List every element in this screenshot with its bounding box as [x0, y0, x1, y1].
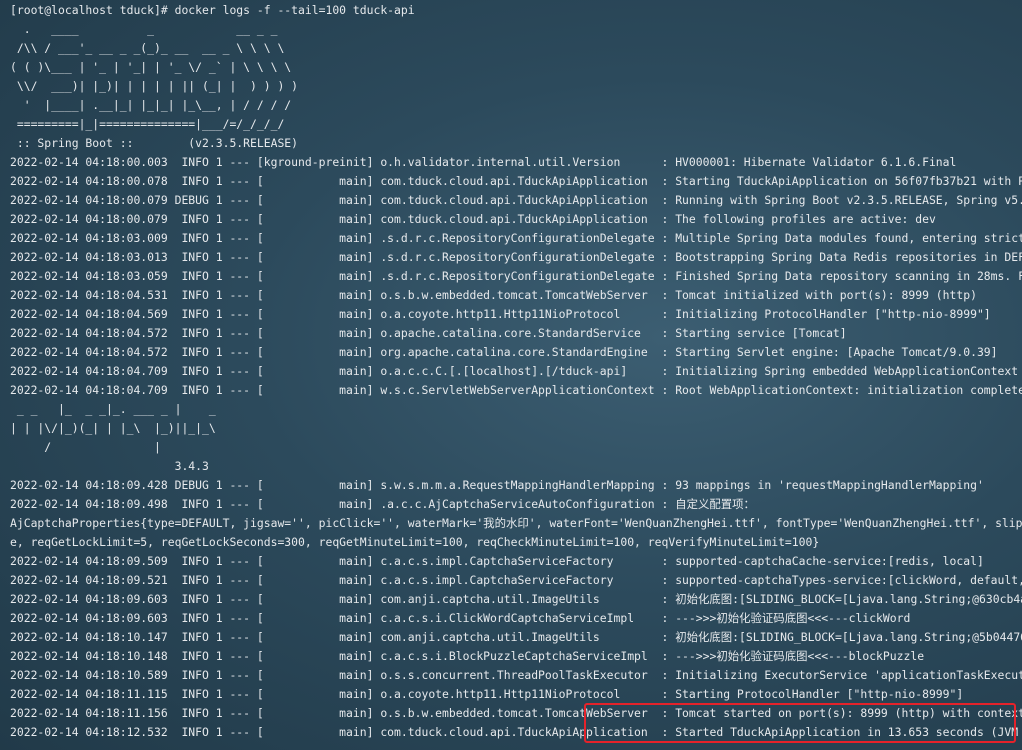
log-line: 2022-02-14 04:18:00.079 DEBUG 1 --- [ ma…: [10, 193, 1022, 207]
terminal-window[interactable]: [root@localhost tduck]# docker logs -f -…: [0, 0, 1022, 750]
log-line: 2022-02-14 04:18:09.521 INFO 1 --- [ mai…: [10, 573, 1022, 587]
log-line: 2022-02-14 04:18:03.009 INFO 1 --- [ mai…: [10, 231, 1022, 245]
log-line: 2022-02-14 04:18:04.709 INFO 1 --- [ mai…: [10, 383, 1022, 397]
ascii-banner-line: ' |____| .__|_| |_|_| |_\__, | / / / /: [10, 98, 292, 112]
log-line: 2022-02-14 04:18:11.115 INFO 1 --- [ mai…: [10, 687, 964, 701]
ascii-banner-line: =========|_|==============|___/=/_/_/_/: [10, 117, 285, 131]
ascii-mybatis-line: | | |\/|_)(_| | |_\ |_)||_|_\: [10, 421, 216, 435]
spring-boot-version-line: :: Spring Boot :: (v2.3.5.RELEASE): [10, 136, 299, 150]
ascii-mybatis-line: _ _ |_ _ _|_. ___ _ | _: [10, 402, 216, 416]
highlight-annotation-box: [584, 703, 1016, 743]
log-line: 2022-02-14 04:18:00.079 INFO 1 --- [ mai…: [10, 212, 936, 226]
ascii-banner-line: ( ( )\___ | '_ | '_| | '_ \/ _` | \ \ \ …: [10, 60, 292, 74]
log-line-continued: AjCaptchaProperties{type=DEFAULT, jigsaw…: [10, 516, 1022, 530]
log-line: 2022-02-14 04:18:04.572 INFO 1 --- [ mai…: [10, 345, 998, 359]
log-line: 2022-02-14 04:18:04.572 INFO 1 --- [ mai…: [10, 326, 847, 340]
ascii-banner-line: /\\ / ___'_ __ _ _(_)_ __ __ _ \ \ \ \: [10, 41, 285, 55]
log-line: 2022-02-14 04:18:00.003 INFO 1 --- [kgro…: [10, 155, 957, 169]
log-line: 2022-02-14 04:18:04.569 INFO 1 --- [ mai…: [10, 307, 991, 321]
log-line: 2022-02-14 04:18:03.059 INFO 1 --- [ mai…: [10, 269, 1022, 283]
ascii-mybatis-line: / |: [10, 440, 161, 454]
log-line: 2022-02-14 04:18:04.531 INFO 1 --- [ mai…: [10, 288, 977, 302]
ascii-banner-line: . ____ _ __ _ _: [10, 22, 278, 36]
log-line: 2022-02-14 04:18:10.148 INFO 1 --- [ mai…: [10, 649, 925, 663]
log-line: 2022-02-14 04:18:09.498 INFO 1 --- [ mai…: [10, 497, 755, 511]
log-line: 2022-02-14 04:18:09.603 INFO 1 --- [ mai…: [10, 592, 1022, 606]
ascii-banner-line: \\/ ___)| |_)| | | | | || (_| | ) ) ) ): [10, 79, 299, 93]
log-line: 2022-02-14 04:18:09.428 DEBUG 1 --- [ ma…: [10, 478, 984, 492]
log-line: 2022-02-14 04:18:00.078 INFO 1 --- [ mai…: [10, 174, 1022, 188]
log-line: 2022-02-14 04:18:09.509 INFO 1 --- [ mai…: [10, 554, 984, 568]
log-line: 2022-02-14 04:18:10.589 INFO 1 --- [ mai…: [10, 668, 1022, 682]
log-line: 2022-02-14 04:18:03.013 INFO 1 --- [ mai…: [10, 250, 1022, 264]
mybatis-version-line: 3.4.3: [10, 459, 209, 473]
command-line: [root@localhost tduck]# docker logs -f -…: [10, 3, 415, 17]
log-line: 2022-02-14 04:18:04.709 INFO 1 --- [ mai…: [10, 364, 1019, 378]
log-line: 2022-02-14 04:18:10.147 INFO 1 --- [ mai…: [10, 630, 1022, 644]
log-line-continued: e, reqGetLockLimit=5, reqGetLockSeconds=…: [10, 535, 820, 549]
log-line: 2022-02-14 04:18:09.603 INFO 1 --- [ mai…: [10, 611, 911, 625]
